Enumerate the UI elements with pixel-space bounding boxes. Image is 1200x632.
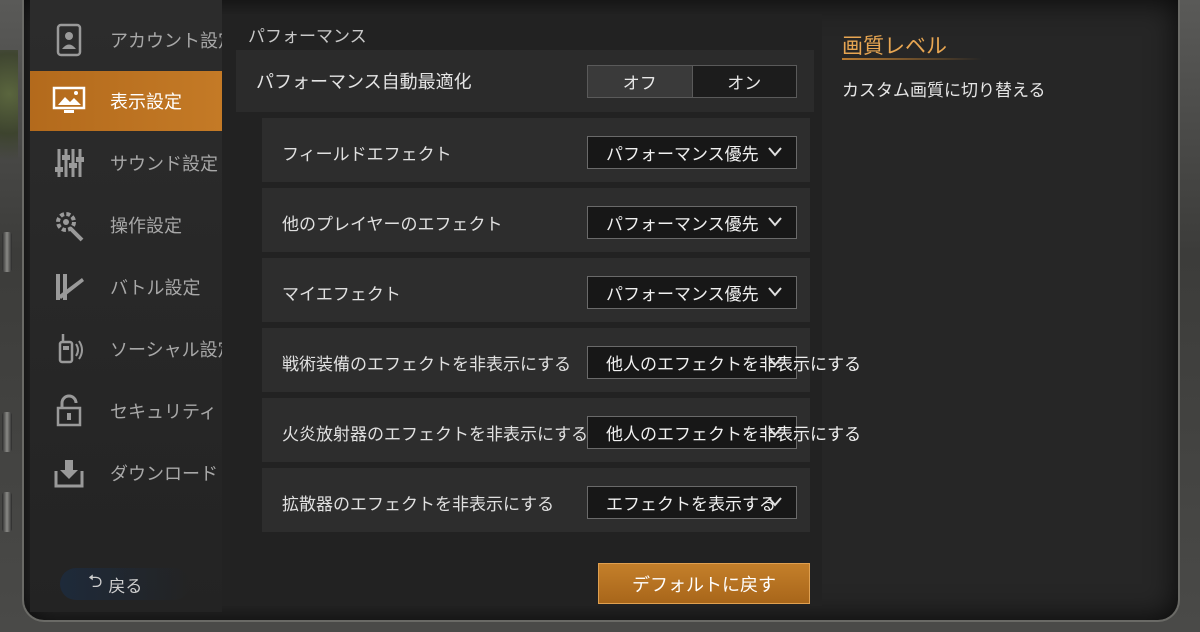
auto-optimize-toggle: オフ オン: [587, 65, 797, 98]
sidebar-item-label: 表示設定: [110, 92, 182, 113]
setting-label: マイエフェクト: [282, 285, 401, 305]
setting-row: マイエフェクト パフォーマンス優先: [262, 258, 810, 322]
sidebar-item-sound[interactable]: サウンド設定: [30, 133, 222, 193]
setting-dropdown[interactable]: パフォーマンス優先: [587, 276, 797, 309]
sidebar-item-battle[interactable]: バトル設定: [30, 257, 222, 317]
title-underline: [842, 58, 982, 60]
dropdown-value: パフォーマンス優先: [606, 145, 759, 165]
gear-wrench-icon: [50, 206, 88, 244]
return-arrow-icon: ⮌: [88, 571, 103, 592]
moss-decoration: [0, 50, 18, 160]
sidebar-item-download[interactable]: ダウンロード: [30, 443, 222, 503]
setting-dropdown[interactable]: 他人のエフェクトを非表示にする: [587, 416, 861, 449]
setting-row: 火炎放射器のエフェクトを非表示にする 他人のエフェクトを非表示にする: [262, 398, 861, 462]
setting-label: 火炎放射器のエフェクトを非表示にする: [282, 425, 589, 445]
chevron-down-icon: [768, 147, 782, 157]
frame-bolt: [2, 492, 12, 532]
setting-row: 拡散器のエフェクトを非表示にする エフェクトを表示する: [262, 468, 810, 532]
sidebar-item-social[interactable]: ソーシャル設定: [30, 319, 222, 379]
sidebar-item-security[interactable]: セキュリティ: [30, 381, 222, 441]
info-description: カスタム画質に切り替える: [842, 81, 1046, 101]
toggle-off-button[interactable]: オフ: [588, 66, 692, 97]
setting-dropdown[interactable]: パフォーマンス優先: [587, 136, 797, 169]
chevron-down-icon: [768, 357, 782, 367]
setting-row: 戦術装備のエフェクトを非表示にする 他人のエフェクトを非表示にする: [262, 328, 861, 392]
performance-settings-list: フィールドエフェクト パフォーマンス優先 他のプレイヤーのエフェクト パフォーマ…: [262, 116, 861, 542]
setting-dropdown[interactable]: 他人のエフェクトを非表示にする: [587, 346, 861, 379]
chevron-down-icon: [768, 287, 782, 297]
frame-bolt: [2, 232, 12, 272]
sidebar-item-label: ソーシャル設定: [110, 340, 222, 361]
settings-sidebar: アカウント設定 表示設定 サウンド設定 操作設定 バトル設定 ソーシャル設定: [30, 0, 222, 612]
sidebar-item-label: アカウント設定: [110, 31, 222, 52]
setting-label: フィールドエフェクト: [282, 145, 452, 165]
setting-label: 戦術装備のエフェクトを非表示にする: [282, 355, 572, 375]
setting-label: 他のプレイヤーのエフェクト: [282, 215, 503, 235]
sound-sliders-icon: [50, 144, 88, 182]
sidebar-item-label: サウンド設定: [110, 154, 218, 175]
weapons-icon: [50, 268, 88, 306]
setting-dropdown[interactable]: パフォーマンス優先: [587, 206, 797, 239]
sidebar-item-controls[interactable]: 操作設定: [30, 195, 222, 255]
chevron-down-icon: [768, 497, 782, 507]
chevron-down-icon: [768, 427, 782, 437]
setting-row: 他のプレイヤーのエフェクト パフォーマンス優先: [262, 188, 810, 252]
sidebar-item-label: ダウンロード: [110, 464, 218, 485]
setting-row: フィールドエフェクト パフォーマンス優先: [262, 118, 810, 182]
sidebar-item-label: バトル設定: [110, 278, 201, 299]
display-icon: [50, 82, 88, 120]
sidebar-item-display[interactable]: 表示設定: [30, 71, 222, 131]
lock-icon: [50, 392, 88, 430]
dropdown-value: 他人のエフェクトを非表示にする: [606, 425, 862, 445]
dropdown-value: パフォーマンス優先: [606, 215, 759, 235]
auto-optimize-label: パフォーマンス自動最適化: [256, 72, 472, 93]
frame-bolt: [2, 412, 12, 452]
setting-label: 拡散器のエフェクトを非表示にする: [282, 495, 555, 515]
toggle-on-button[interactable]: オン: [691, 66, 796, 97]
back-button[interactable]: ⮌ 戻る: [60, 568, 190, 600]
sidebar-item-account[interactable]: アカウント設定: [30, 10, 222, 70]
dropdown-value: パフォーマンス優先: [606, 285, 759, 305]
walkie-talkie-icon: [50, 330, 88, 368]
restore-default-button[interactable]: デフォルトに戻す: [598, 563, 810, 604]
auto-optimize-row: パフォーマンス自動最適化 オフ オン: [236, 50, 814, 112]
chevron-down-icon: [768, 217, 782, 227]
sidebar-item-label: セキュリティ: [110, 402, 217, 423]
setting-dropdown[interactable]: エフェクトを表示する: [587, 486, 797, 519]
download-icon: [50, 454, 88, 492]
section-title: パフォーマンス: [248, 27, 367, 47]
dropdown-value: エフェクトを表示する: [606, 495, 776, 515]
back-label: 戻る: [108, 576, 143, 597]
dropdown-value: 他人のエフェクトを非表示にする: [606, 355, 862, 375]
sidebar-item-label: 操作設定: [110, 216, 182, 237]
account-icon: [50, 21, 88, 59]
info-title: 画質レベル: [842, 34, 947, 58]
